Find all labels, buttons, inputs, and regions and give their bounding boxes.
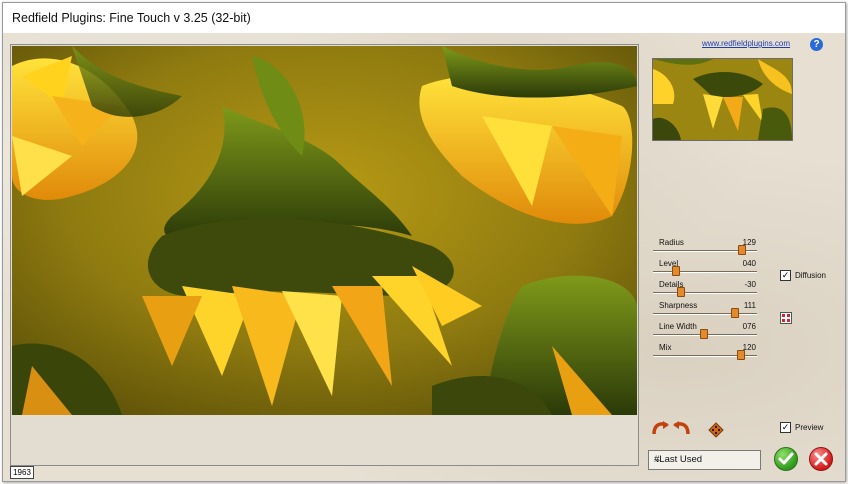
status-counter: 1963 xyxy=(10,466,34,479)
help-label: ? xyxy=(813,39,820,50)
window-title: Redfield Plugins: Fine Touch v 3.25 (32-… xyxy=(12,11,251,25)
diffusion-label: Diffusion xyxy=(795,271,826,280)
thumbnail-artwork xyxy=(653,59,792,140)
slider-details[interactable]: Details -30 xyxy=(649,280,761,300)
cancel-x-icon xyxy=(814,452,828,466)
help-icon[interactable]: ? xyxy=(810,38,823,51)
slider-label: Sharpness xyxy=(659,301,698,310)
slider-thumb[interactable] xyxy=(671,266,680,276)
preset-dropdown[interactable]: #Last Used ⌄ xyxy=(648,450,761,470)
preview-image[interactable] xyxy=(12,46,637,415)
slider-track[interactable] xyxy=(653,292,757,294)
slider-label: Line Width xyxy=(659,322,697,331)
slider-value: 111 xyxy=(743,301,756,310)
preview-panel xyxy=(10,44,639,466)
slider-value: -30 xyxy=(744,280,756,289)
redo-icon[interactable] xyxy=(673,421,690,435)
slider-radius[interactable]: Radius 129 xyxy=(649,238,761,258)
grid-icon[interactable] xyxy=(780,312,792,324)
slider-label: Mix xyxy=(659,343,672,352)
slider-track[interactable] xyxy=(653,271,757,273)
title-bar: Redfield Plugins: Fine Touch v 3.25 (32-… xyxy=(3,3,845,33)
navigator-thumbnail[interactable] xyxy=(652,58,793,141)
slider-mix[interactable]: Mix 120 xyxy=(649,343,761,363)
slider-line-width[interactable]: Line Width 076 xyxy=(649,322,761,342)
ok-button[interactable] xyxy=(774,447,798,471)
diffusion-checkbox[interactable]: ✓ xyxy=(780,270,791,281)
undo-redo-group xyxy=(651,420,691,441)
slider-level[interactable]: Level 040 xyxy=(649,259,761,279)
slider-thumb[interactable] xyxy=(738,245,747,255)
slider-thumb[interactable] xyxy=(731,308,740,318)
preview-checkbox[interactable]: ✓ xyxy=(780,422,791,433)
slider-sharpness[interactable]: Sharpness 111 xyxy=(649,301,761,321)
slider-thumb[interactable] xyxy=(699,329,708,339)
slider-label: Radius xyxy=(659,238,684,247)
ok-check-icon xyxy=(778,452,794,465)
plugin-window: Redfield Plugins: Fine Touch v 3.25 (32-… xyxy=(2,2,846,482)
cancel-button[interactable] xyxy=(809,447,833,471)
slider-thumb[interactable] xyxy=(677,287,686,297)
slider-track[interactable] xyxy=(653,313,757,315)
slider-value: 076 xyxy=(742,322,756,331)
undo-icon[interactable] xyxy=(652,421,669,435)
slider-value: 040 xyxy=(742,259,756,268)
preview-label: Preview xyxy=(795,423,824,432)
chevron-down-icon: ⌄ xyxy=(654,454,662,464)
slider-thumb[interactable] xyxy=(737,350,746,360)
reset-icon[interactable] xyxy=(708,422,724,443)
sunflower-artwork xyxy=(12,46,637,415)
website-link[interactable]: www.redfieldplugins.com xyxy=(702,39,790,48)
client-area: 1963 www.redfieldplugins.com ? Radius 12… xyxy=(3,33,845,481)
